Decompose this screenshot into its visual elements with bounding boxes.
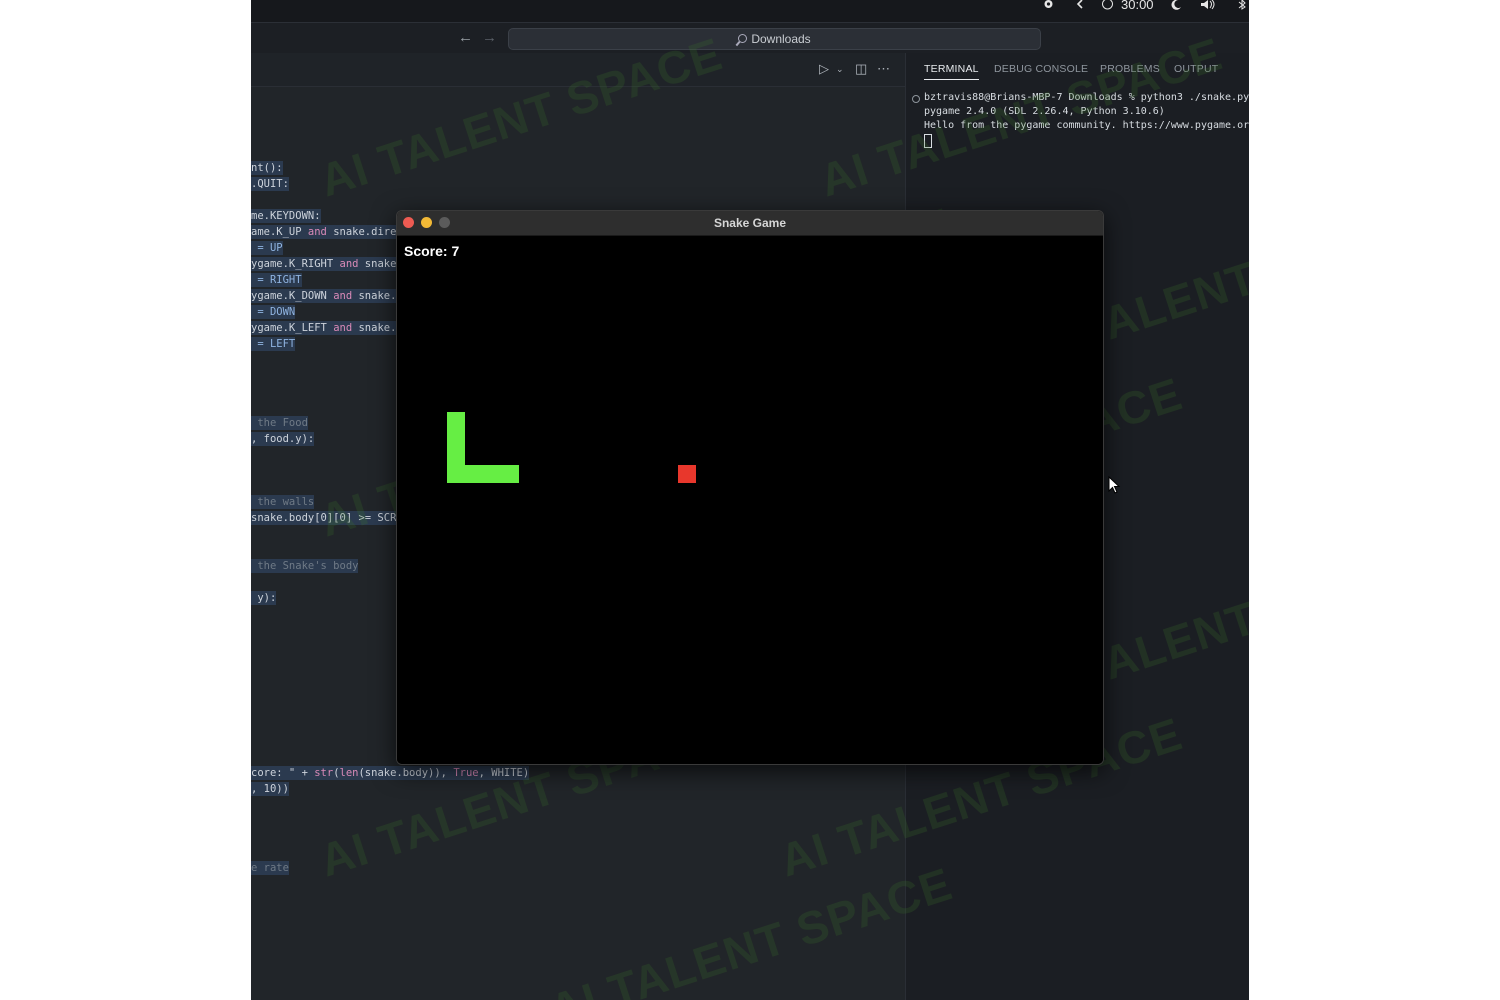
code-token: and	[333, 290, 353, 302]
code-token: = RIGHT	[251, 274, 302, 286]
editor-toolbar: ▷ ⌄ ◫ ⋯	[251, 53, 905, 87]
terminal-cursor	[924, 134, 932, 148]
code-token: y):	[251, 592, 277, 604]
code-token: ygame.K_DOWN	[251, 290, 334, 302]
code-line: ame.K_UP and snake.dire	[251, 225, 397, 239]
code-token: snake.	[352, 322, 397, 334]
code-token: (snake.body)),	[358, 767, 454, 779]
code-token: snake	[358, 258, 397, 270]
split-editor-icon[interactable]: ◫	[855, 61, 867, 77]
code-token: str	[314, 767, 334, 779]
food-pellet	[678, 465, 696, 483]
code-token: core: " +	[251, 767, 315, 779]
code-token: snake.body[0][0] >= SCR	[251, 512, 397, 524]
code-token: me.KEYDOWN:	[251, 210, 321, 222]
code-token: ame.K_UP	[251, 226, 308, 238]
code-line: the walls	[251, 495, 315, 509]
code-token: ygame.K_LEFT	[251, 322, 334, 334]
code-line: the Snake's body	[251, 559, 359, 573]
timer-readout[interactable]: 30:00	[1121, 0, 1154, 12]
mouse-pointer-icon	[1108, 476, 1121, 494]
code-line: .QUIT:	[251, 177, 289, 191]
code-token: ygame.K_RIGHT	[251, 258, 340, 270]
code-token: nt():	[251, 162, 283, 174]
record-icon[interactable]	[1043, 0, 1054, 10]
tab-debug-console[interactable]: DEBUG CONSOLE	[994, 63, 1088, 75]
forward-arrow-icon[interactable]: →	[482, 29, 497, 46]
game-window-title: Snake Game	[713, 216, 787, 230]
desktop-screen: 30:00 ← → Downloads ▷ ⌄ ◫ ⋯ nt(): .QUIT: m…	[251, 0, 1249, 1000]
code-token: and	[339, 258, 359, 270]
more-actions-icon[interactable]: ⋯	[877, 61, 890, 77]
code-token: snake.dire	[326, 226, 397, 238]
volume-icon[interactable]	[1201, 0, 1217, 10]
code-line: me.KEYDOWN:	[251, 209, 321, 223]
terminal-line: pygame 2.4.0 (SDL 2.26.4, Python 3.10.6)	[924, 106, 1165, 117]
code-line: snake.body[0][0] >= SCR	[251, 511, 397, 525]
code-token: len	[339, 767, 359, 779]
code-line: the Food	[251, 416, 308, 430]
run-icon[interactable]: ▷	[819, 61, 829, 77]
snake-body-horizontal	[447, 465, 519, 483]
moon-icon[interactable]	[1171, 0, 1182, 10]
snake-game-window[interactable]: Snake Game Score: 7	[396, 210, 1104, 765]
code-token: = DOWN	[251, 306, 296, 318]
tab-problems[interactable]: PROBLEMS	[1100, 63, 1160, 75]
code-token: True	[453, 767, 479, 779]
back-arrow-icon[interactable]: ←	[458, 29, 473, 46]
code-line: , 10))	[251, 782, 289, 796]
search-icon	[738, 34, 748, 43]
game-canvas[interactable]: Score: 7	[397, 236, 1103, 764]
command-center-search[interactable]: Downloads	[508, 28, 1041, 50]
tab-output[interactable]: OUTPUT	[1174, 63, 1218, 75]
terminal-line: Hello from the pygame community. https:/…	[924, 120, 1249, 131]
code-line: ygame.K_LEFT and snake.	[251, 321, 397, 335]
code-line: e rate	[251, 861, 289, 875]
chevron-down-icon[interactable]: ⌄	[836, 64, 844, 75]
code-token: e rate	[251, 862, 289, 874]
vscode-title-bar: ← → Downloads	[251, 23, 1249, 53]
code-line: ygame.K_RIGHT and snake	[251, 257, 397, 271]
code-line: , food.y):	[251, 432, 315, 446]
tab-terminal[interactable]: TERMINAL	[924, 63, 979, 80]
code-token: and	[307, 226, 327, 238]
code-line: y):	[251, 591, 277, 605]
code-line: = UP	[251, 241, 283, 255]
code-token: the Snake's body	[251, 560, 359, 572]
code-line: ygame.K_DOWN and snake.	[251, 289, 397, 303]
code-token: the Food	[251, 417, 308, 429]
command-center-label: Downloads	[751, 32, 811, 46]
code-token: , WHITE)	[478, 767, 530, 779]
macos-menu-bar: 30:00	[251, 0, 1249, 23]
panel-tabs: TERMINAL DEBUG CONSOLE PROBLEMS OUTPUT	[906, 53, 1249, 86]
code-line: core: " + str(len(snake.body)), True, WH…	[251, 766, 530, 780]
terminal-line: bztravis88@Brians-MBP-7 Downloads % pyth…	[924, 92, 1249, 103]
bluetooth-icon[interactable]	[1237, 0, 1248, 10]
code-token: = LEFT	[251, 338, 296, 350]
game-window-title-bar[interactable]: Snake Game	[397, 211, 1103, 236]
chevron-left-icon[interactable]	[1075, 0, 1086, 10]
code-line: nt():	[251, 161, 283, 175]
timer-icon	[1102, 0, 1113, 10]
code-token: , 10))	[251, 783, 289, 795]
code-line: = LEFT	[251, 337, 296, 351]
terminal-status-icon	[912, 95, 920, 103]
code-token: and	[333, 322, 353, 334]
code-line: = DOWN	[251, 305, 296, 319]
code-token: .QUIT:	[251, 178, 289, 190]
code-token: the walls	[251, 496, 315, 508]
code-token: = UP	[251, 242, 283, 254]
score-label: Score: 7	[404, 243, 460, 259]
code-token: , food.y):	[251, 433, 315, 445]
code-token: snake.	[352, 290, 397, 302]
code-line: = RIGHT	[251, 273, 302, 287]
